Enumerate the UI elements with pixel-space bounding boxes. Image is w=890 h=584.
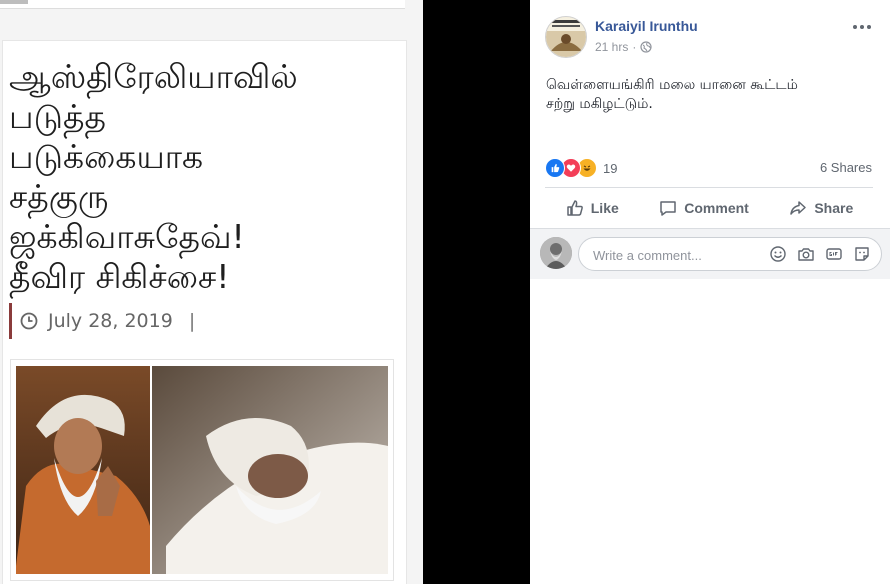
more-horizontal-icon [853,25,871,29]
page-avatar[interactable] [545,16,587,58]
news-article-panel: ஆஸ்திரேலியாவில் படுத்த படுக்கையாக சத்குர… [0,0,423,584]
comment-icon [660,201,677,216]
article-date: July 28, 2019 [48,310,173,332]
comment-tools [769,245,871,263]
share-label: Share [814,200,854,216]
top-strip [0,0,405,9]
article-headline: ஆஸ்திரேலியாவில் படுத்த படுக்கையாக சத்குர… [9,57,401,297]
headline-line: ஜக்கிவாசுதேவ்! [9,217,245,256]
post-text-line: சற்று மகிழட்டும். [546,96,653,112]
black-gap [423,0,530,584]
post-text: வெள்ளையங்கிரி மலை யானை கூட்டம் சற்று மகி… [546,76,866,114]
comment-area [530,228,890,279]
share-button[interactable]: Share [788,198,853,218]
post-text-line: வெள்ளையங்கிரி மலை யானை கூட்டம் [546,77,798,93]
facebook-post: Karaiyil Irunthu 21 hrs · வெள்ளையங்கிரி … [530,0,890,584]
like-reaction-icon [545,158,565,178]
like-button[interactable]: Like [565,198,619,218]
like-label: Like [590,200,619,216]
share-arrow-icon [790,201,807,215]
headline-line: படுக்கையாக [9,137,204,176]
date-separator: | [188,310,196,332]
strip-mark [0,0,28,4]
globe-icon [640,41,652,53]
comment-input[interactable] [591,238,755,272]
comment-button[interactable]: Comment [658,198,749,218]
more-options-button[interactable] [852,14,872,35]
article-image-frame [10,359,394,581]
reaction-count: 19 [603,160,618,176]
meta-dot: · [632,40,637,54]
article-photo[interactable] [16,366,388,574]
thumbs-up-icon [567,200,583,216]
reactions-summary[interactable]: 19 [545,158,617,178]
comment-label: Comment [684,200,749,216]
headline-line: ஆஸ்திரேலியாவில் [9,57,298,96]
camera-icon[interactable] [797,245,815,263]
post-action-bar: Like Comment Share [545,188,873,228]
post-author[interactable]: Karaiyil Irunthu [595,18,698,34]
gif-icon[interactable] [825,245,843,263]
post-meta: 21 hrs · [595,40,652,54]
sticker-icon[interactable] [853,245,871,263]
article-card: ஆஸ்திரேலியாவில் படுத்த படுக்கையாக சத்குர… [2,40,407,584]
post-time[interactable]: 21 hrs [595,40,628,54]
shares-count[interactable]: 6 Shares [820,160,872,175]
headline-line: தீவிர சிகிச்சை! [9,257,230,296]
headline-line: படுத்த [9,97,107,136]
commenter-avatar[interactable] [540,237,572,269]
headline-line: சத்குரு [9,177,109,216]
clock-icon [20,312,38,330]
comment-box [578,237,882,272]
emoji-icon[interactable] [769,245,787,263]
article-date-line: July 28, 2019 | [9,303,195,339]
